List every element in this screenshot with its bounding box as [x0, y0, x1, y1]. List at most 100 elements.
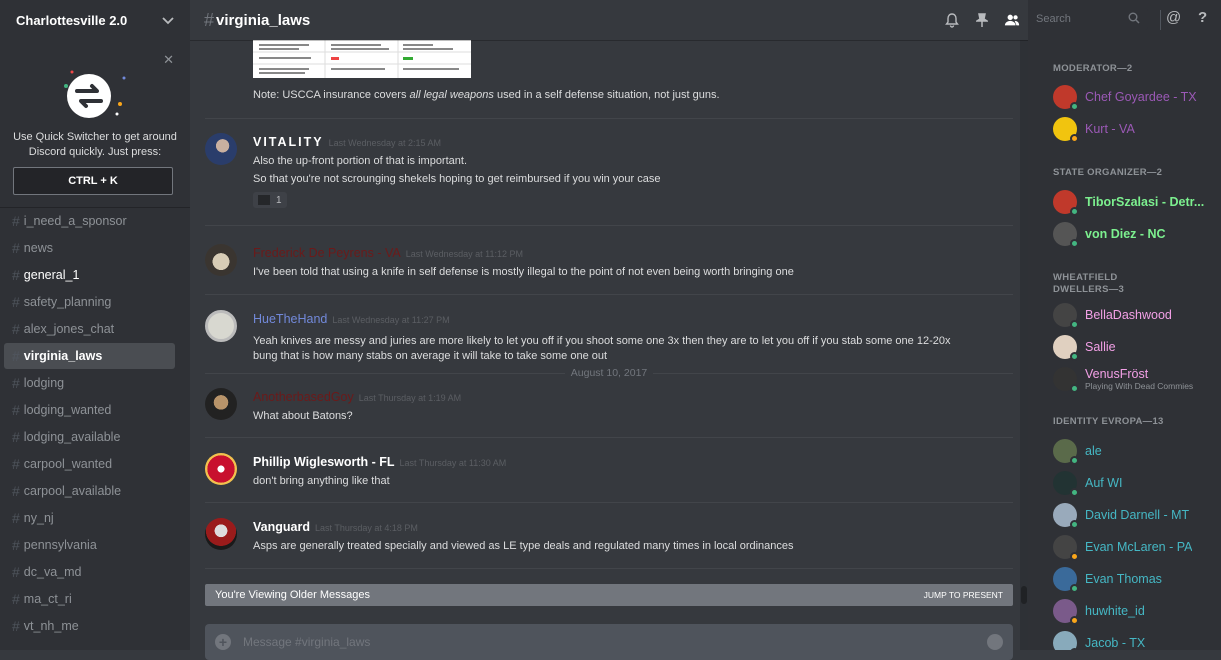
hash-icon: #: [12, 591, 20, 607]
status-indicator: [1070, 134, 1079, 143]
channel-item[interactable]: # lodging_available: [4, 424, 175, 450]
avatar[interactable]: [205, 310, 237, 342]
quick-switcher-icon: [62, 64, 128, 124]
upload-plus-icon[interactable]: +: [215, 634, 231, 650]
member-name: VenusFröst: [1085, 367, 1149, 381]
hash-icon: #: [12, 510, 20, 526]
member-item[interactable]: BellaDashwood: [1053, 301, 1218, 329]
channel-title: virginia_laws: [216, 11, 311, 29]
message-divider: [205, 502, 1013, 503]
bell-icon[interactable]: [944, 12, 960, 28]
older-messages-bar[interactable]: You're Viewing Older Messages JUMP TO PR…: [205, 584, 1013, 606]
channel-item[interactable]: # lodging_wanted: [4, 397, 175, 423]
channel-item[interactable]: # virginia_laws: [4, 343, 175, 369]
member-item[interactable]: David Darnell - MT: [1053, 501, 1218, 529]
avatar: [1053, 599, 1079, 625]
avatar: [1053, 439, 1079, 465]
member-name: Chef Goyardee - TX: [1085, 90, 1197, 104]
role-header: MODERATOR—2: [1053, 63, 1133, 74]
role-header: WHEATFIELD DWELLERS—3: [1053, 272, 1125, 295]
avatar[interactable]: [205, 453, 237, 485]
member-item[interactable]: Sallie: [1053, 333, 1218, 361]
guild-header[interactable]: Charlottesville 2.0: [0, 0, 190, 40]
channel-item[interactable]: # ny_nj: [4, 505, 175, 531]
channel-item[interactable]: # general_1: [4, 262, 175, 288]
jump-to-present-button[interactable]: JUMP TO PRESENT: [924, 590, 1003, 600]
search-input[interactable]: Search: [1030, 8, 1148, 30]
status-indicator: [1070, 102, 1079, 111]
members-icon[interactable]: [1004, 12, 1020, 28]
member-name: BellaDashwood: [1085, 308, 1172, 322]
emoji-icon[interactable]: [987, 634, 1003, 650]
channel-item[interactable]: # news: [4, 235, 175, 261]
member-item[interactable]: TiborSzalasi - Detr...: [1053, 188, 1218, 216]
status-indicator: [1070, 384, 1079, 393]
quick-switcher-shortcut[interactable]: CTRL + K: [13, 167, 173, 195]
channel-name: carpool_available: [23, 484, 122, 498]
avatar[interactable]: [205, 244, 237, 276]
message-author[interactable]: Frederick De Peyrens - VA: [253, 246, 401, 260]
status-indicator: [1070, 207, 1079, 216]
message-author[interactable]: HueTheHand: [253, 312, 327, 326]
status-indicator: [1070, 456, 1079, 465]
message-composer[interactable]: + Message #virginia_laws: [205, 624, 1013, 660]
member-item[interactable]: Evan Thomas: [1053, 565, 1218, 593]
member-item[interactable]: Evan McLaren - PA: [1053, 533, 1218, 561]
avatar: [1053, 303, 1079, 329]
avatar[interactable]: [205, 388, 237, 420]
status-indicator: [1070, 616, 1079, 625]
help-icon[interactable]: ?: [1198, 9, 1207, 26]
member-item[interactable]: VenusFröst Playing With Dead Commies: [1053, 365, 1218, 393]
channel-item[interactable]: # carpool_available: [4, 478, 175, 504]
message-list[interactable]: Note: USCCA insurance covers all legal w…: [190, 40, 1028, 584]
avatar: [1053, 471, 1079, 497]
member-item[interactable]: Chef Goyardee - TX: [1053, 83, 1218, 111]
hash-icon: #: [12, 483, 20, 499]
member-activity: Playing With Dead Commies: [1085, 381, 1194, 391]
channel-item[interactable]: # i_need_a_sponsor: [4, 208, 175, 234]
message-input[interactable]: Message #virginia_laws: [243, 635, 370, 649]
channel-item[interactable]: # carpool_wanted: [4, 451, 175, 477]
channel-item[interactable]: # safety_planning: [4, 289, 175, 315]
member-name: Sallie: [1085, 340, 1116, 354]
avatar: [1053, 503, 1079, 529]
member-item[interactable]: ale: [1053, 437, 1218, 465]
channel-name: lodging_wanted: [23, 403, 112, 417]
quick-switcher-text: Use Quick Switcher to get around Discord…: [13, 131, 177, 158]
avatar: [1053, 222, 1079, 248]
message-author[interactable]: Phillip Wiglesworth - FL: [253, 455, 395, 469]
channel-hash: #: [204, 9, 215, 30]
channel-item[interactable]: # alex_jones_chat: [4, 316, 175, 342]
message-author[interactable]: VITALITY: [253, 135, 324, 149]
scrollbar[interactable]: [1020, 40, 1028, 650]
close-icon[interactable]: ✕: [163, 52, 174, 68]
status-indicator: [1070, 239, 1079, 248]
message-divider: [205, 294, 1013, 295]
message-author[interactable]: Vanguard: [253, 520, 310, 534]
channel-item[interactable]: # vt_nh_me: [4, 613, 175, 639]
channel-item[interactable]: # ma_ct_ri: [4, 586, 175, 612]
scrollbar-thumb[interactable]: [1021, 586, 1027, 604]
member-item[interactable]: Kurt - VA: [1053, 115, 1218, 143]
message-line: Note: USCCA insurance covers all legal w…: [253, 89, 720, 101]
avatar[interactable]: [205, 518, 237, 550]
channel-item[interactable]: # lodging: [4, 370, 175, 396]
channel-item[interactable]: # dc_va_md: [4, 559, 175, 585]
member-item[interactable]: von Diez - NC: [1053, 220, 1218, 248]
member-name: Kurt - VA: [1085, 122, 1135, 136]
message-timestamp: Last Thursday at 1:19 AM: [358, 393, 462, 403]
mention-icon[interactable]: @: [1166, 9, 1181, 26]
embedded-image[interactable]: [253, 40, 471, 78]
member-item[interactable]: Auf WI: [1053, 469, 1218, 497]
reaction-button[interactable]: 1: [253, 192, 287, 208]
reaction-count: 1: [276, 194, 282, 206]
member-item[interactable]: Jacob - TX: [1053, 629, 1218, 650]
avatar[interactable]: [205, 133, 237, 165]
hash-icon: #: [12, 321, 20, 337]
channel-item[interactable]: # pennsylvania: [4, 532, 175, 558]
message-author[interactable]: AnotherbasedGoy: [253, 390, 354, 404]
channel-name: pennsylvania: [23, 538, 97, 552]
pin-icon[interactable]: [974, 12, 990, 28]
member-item[interactable]: huwhite_id: [1053, 597, 1218, 625]
avatar: [1053, 567, 1079, 593]
